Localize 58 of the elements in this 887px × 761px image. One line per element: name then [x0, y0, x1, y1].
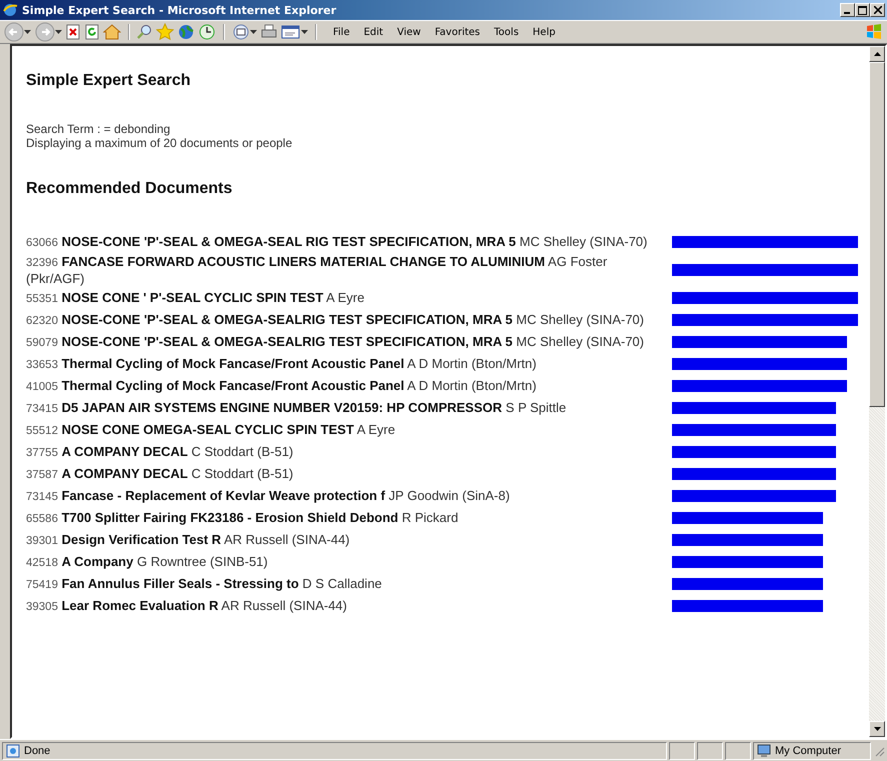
status-panel — [669, 742, 695, 760]
section-heading: Recommended Documents — [26, 180, 234, 198]
down-arrow-icon — [874, 727, 880, 731]
maximize-button[interactable] — [855, 3, 870, 17]
close-icon — [874, 6, 882, 14]
status-text: Done — [24, 744, 50, 756]
menu-item[interactable]: Tools — [487, 24, 526, 40]
caret-icon[interactable] — [24, 30, 31, 34]
document-entry: 55512 NOSE CONE OMEGA-SEAL CYCLIC SPIN TEST A Eyre — [26, 422, 396, 438]
printer-icon[interactable] — [260, 24, 278, 40]
status-panel — [725, 742, 751, 760]
document-entry: 32396 FANCASE FORWARD ACOUSTIC LINERS MATERIAL CHANGE TO ALUMINIUM AG Foster (Pkr/AGF) — [26, 254, 608, 286]
zone-text: My Computer — [775, 744, 842, 756]
home-icon[interactable] — [103, 24, 121, 40]
resize-grip-icon[interactable] — [873, 744, 885, 756]
document-entry: 63066 NOSE-CONE 'P'-SEAL & OMEGA-SEAL RIG TEST SPECIFICATION, MRA 5 MC Shelley (SINA-70) — [26, 234, 648, 250]
history-icon[interactable] — [198, 23, 216, 41]
window-title: Simple Expert Search - Microsoft Internet Explorer — [22, 4, 338, 16]
maximize-icon — [858, 6, 867, 14]
scroll-down-button[interactable] — [869, 721, 885, 737]
document-entry: 75419 Fan Annulus Filler Seals - Stressing to D S Calladine — [26, 576, 383, 592]
document-entry: 33653 Thermal Cycling of Mock Fancase/Front Acoustic Panel A D Mortin (Bton/Mrtn) — [26, 356, 538, 372]
document-entry: 59079 NOSE-CONE 'P'-SEAL & OMEGA-SEALRIG TEST SPECIFICATION, MRA 5 MC Shelley (SINA-70) — [26, 334, 645, 350]
caret-icon[interactable] — [250, 30, 257, 34]
menu-item[interactable]: Favorites — [428, 24, 488, 40]
up-arrow-icon — [874, 52, 880, 56]
document-entry: 41005 Thermal Cycling of Mock Fancase/Front Acoustic Panel A D Mortin (Bton/Mrtn) — [26, 378, 538, 394]
minimize-button[interactable] — [840, 3, 855, 17]
caret-icon[interactable] — [301, 30, 308, 34]
document-entry: 62320 NOSE-CONE 'P'-SEAL & OMEGA-SEALRIG TEST SPECIFICATION, MRA 5 MC Shelley (SINA-70) — [26, 312, 645, 328]
document-entry: 37755 A COMPANY DECAL C Stoddart (B-51) — [26, 444, 294, 460]
document-entry: 42518 A Company G Rowntree (SINB-51) — [26, 554, 269, 570]
search-term-text: Search Term : = debonding — [26, 122, 172, 136]
menu-item[interactable]: File — [326, 24, 357, 40]
page-heading: Simple Expert Search — [26, 72, 192, 90]
result-limit-text: Displaying a maximum of 20 documents or people — [26, 136, 294, 150]
menu-item[interactable]: View — [390, 24, 428, 40]
page-icon — [6, 744, 20, 758]
menu-item[interactable]: Help — [526, 24, 562, 40]
refresh-icon[interactable] — [84, 24, 100, 40]
windows-logo-icon — [865, 23, 883, 41]
stop-icon[interactable] — [65, 24, 81, 40]
document-entry: 73145 Fancase - Replacement of Kevlar Weave protection f JP Goodwin (SinA-8) — [26, 488, 511, 504]
document-entry: 39305 Lear Romec Evaluation R AR Russell (SINA-44) — [26, 598, 348, 614]
document-entry: 65586 T700 Splitter Fairing FK23186 - Erosion Shield Debond R Pickard — [26, 510, 460, 526]
document-entry: 37587 A COMPANY DECAL C Stoddart (B-51) — [26, 466, 294, 482]
close-button[interactable] — [870, 3, 885, 17]
edit-icon[interactable] — [281, 24, 301, 40]
scroll-up-button[interactable] — [869, 46, 885, 62]
menu-item[interactable]: Edit — [356, 24, 390, 40]
scrollbar-thumb[interactable] — [869, 62, 885, 407]
document-entry: 39301 Design Verification Test R AR Russell (SINA-44) — [26, 532, 351, 548]
caret-icon[interactable] — [55, 30, 62, 34]
search-icon[interactable] — [137, 24, 153, 40]
document-entry: 73415 D5 JAPAN AIR SYSTEMS ENGINE NUMBER V20159: HP COMPRESSOR S P Spittle — [26, 400, 568, 416]
document-entry: 55351 NOSE CONE ' P'-SEAL CYCLIC SPIN TEST A Eyre — [26, 290, 366, 306]
status-panel — [697, 742, 723, 760]
browser-icon — [2, 2, 18, 18]
